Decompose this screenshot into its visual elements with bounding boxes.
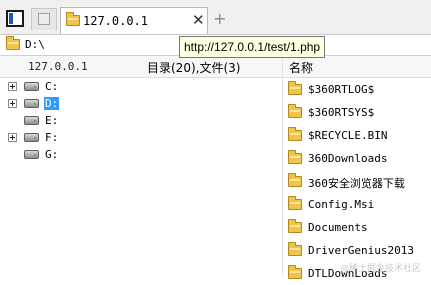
watermark: @稀土掘金技术社区 (340, 264, 422, 274)
tree-item-label: F: (45, 131, 59, 144)
tab-active[interactable]: 127.0.0.1 ✕ (60, 7, 208, 34)
file-name: $RECYCLE.BIN (308, 129, 388, 142)
tree-item-drive[interactable]: G: (0, 147, 282, 164)
list-item[interactable]: Documents (283, 217, 431, 239)
expand-plus-icon[interactable] (8, 133, 17, 142)
sidebar-toggle-icon[interactable] (6, 10, 24, 27)
folder-icon (288, 242, 302, 256)
drive-icon (24, 116, 39, 125)
folder-icon (288, 219, 302, 233)
address-path[interactable]: D:\ (25, 38, 45, 51)
tree-host-label: 127.0.0.1 (28, 60, 88, 73)
tree-item-label: G: (45, 148, 59, 161)
folder-icon (288, 104, 302, 118)
list-item[interactable]: $360RTSYS$ (283, 102, 431, 124)
tab-bar: 127.0.0.1 ✕ + (0, 0, 431, 35)
tree-item-label: D: (44, 97, 60, 110)
file-name: $360RTSYS$ (308, 106, 375, 119)
column-header-name[interactable]: 名称 (289, 59, 313, 76)
folder-icon (66, 12, 80, 26)
folder-icon (288, 150, 302, 164)
folder-icon (6, 36, 20, 50)
new-tab-button[interactable]: + (213, 9, 226, 28)
list-header: 127.0.0.1 目录(20),文件(3) 名称 (0, 56, 431, 78)
folder-icon (288, 196, 302, 210)
list-item[interactable]: $360RTLOG$ (283, 79, 431, 101)
folder-icon (288, 81, 302, 95)
tree-item-drive[interactable]: F: (0, 130, 282, 147)
item-count-label: 目录(20),文件(3) (147, 61, 241, 75)
folder-icon (288, 173, 302, 187)
file-name: Documents (308, 221, 368, 234)
tree-item-drive[interactable]: C: (0, 79, 282, 96)
expand-plus-icon[interactable] (8, 99, 17, 108)
list-item[interactable]: $RECYCLE.BIN (283, 125, 431, 147)
folder-icon (288, 127, 302, 141)
blank-page-icon (38, 13, 50, 25)
url-tooltip: http://127.0.0.1/test/1.php (179, 36, 326, 58)
list-item[interactable]: Config.Msi (283, 194, 431, 216)
drive-icon (24, 133, 39, 142)
list-item[interactable]: 360Downloads (283, 148, 431, 170)
drive-icon (24, 150, 39, 159)
tree-item-label: C: (45, 80, 59, 93)
expand-plus-icon[interactable] (8, 82, 17, 91)
tree-item-drive[interactable]: D: (0, 96, 282, 113)
blank-tab[interactable] (31, 8, 57, 30)
folder-icon (288, 265, 302, 279)
file-name: DriverGenius2013 (308, 244, 414, 257)
close-icon[interactable]: ✕ (192, 11, 205, 29)
drive-icon (24, 82, 39, 91)
file-name: 360安全浏览器下载 (308, 177, 405, 190)
list-item[interactable]: 360安全浏览器下载 (283, 171, 431, 193)
tab-label: 127.0.0.1 (83, 14, 149, 28)
file-name: 360Downloads (308, 152, 388, 165)
tree-item-drive[interactable]: E: (0, 113, 282, 130)
file-name: Config.Msi (308, 198, 375, 211)
drive-icon (24, 99, 39, 108)
list-item[interactable]: DriverGenius2013 (283, 240, 431, 262)
file-name: $360RTLOG$ (308, 83, 375, 96)
tree-item-label: E: (45, 114, 59, 127)
